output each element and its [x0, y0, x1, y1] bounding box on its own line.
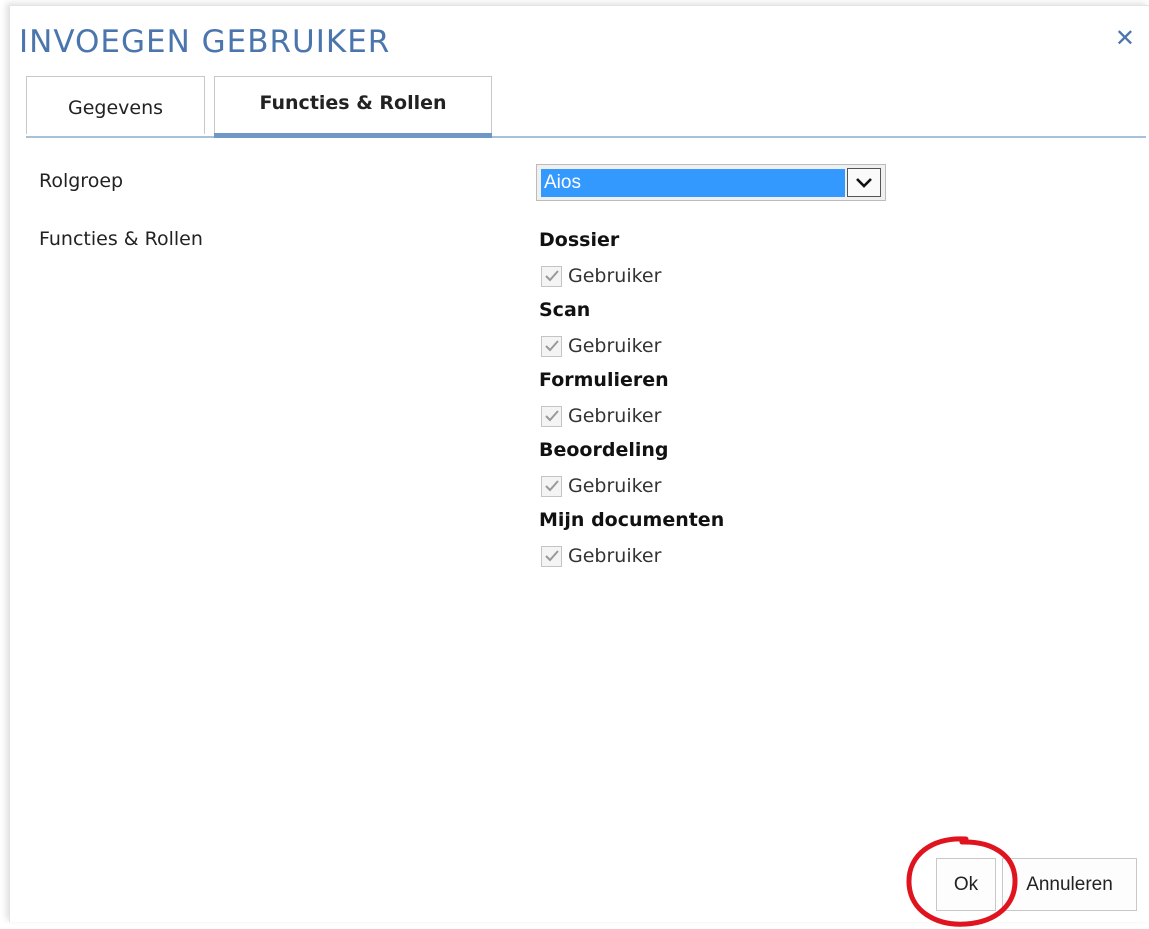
- role-checkbox[interactable]: [541, 475, 562, 497]
- checkmark-icon: [545, 339, 559, 351]
- role-group-formulieren: Formulieren Gebruiker: [539, 366, 724, 436]
- role-label: Gebruiker: [568, 475, 662, 497]
- tab-functies-rollen-label: Functies & Rollen: [259, 91, 447, 114]
- role-row: Gebruiker: [539, 536, 724, 576]
- role-group-beoordeling: Beoordeling Gebruiker: [539, 436, 724, 506]
- tab-gegevens-label: Gegevens: [67, 96, 164, 119]
- role-group-scan: Scan Gebruiker: [539, 296, 724, 366]
- chevron-down-icon[interactable]: [847, 168, 881, 197]
- role-checkbox[interactable]: [541, 405, 562, 427]
- tab-functies-rollen[interactable]: Functies & Rollen: [214, 76, 492, 138]
- role-checkbox[interactable]: [541, 545, 562, 567]
- role-row: Gebruiker: [539, 396, 724, 436]
- group-title: Formulieren: [539, 369, 669, 391]
- group-title: Mijn documenten: [539, 509, 725, 531]
- role-group-dossier: Dossier Gebruiker: [539, 226, 724, 296]
- roles-list: Dossier Gebruiker Scan Gebruiker Formuli…: [539, 226, 724, 576]
- rolgroep-selected-value: Aios: [541, 169, 845, 197]
- tab-gegevens[interactable]: Gegevens: [26, 76, 205, 134]
- checkmark-icon: [545, 479, 559, 491]
- role-row: Gebruiker: [539, 256, 724, 296]
- checkmark-icon: [545, 409, 559, 421]
- role-label: Gebruiker: [568, 545, 662, 567]
- checkmark-icon: [545, 269, 559, 281]
- role-label: Gebruiker: [568, 405, 662, 427]
- group-title: Beoordeling: [539, 439, 669, 461]
- role-row: Gebruiker: [539, 326, 724, 366]
- rolgroep-label: Rolgroep: [39, 170, 124, 192]
- role-row: Gebruiker: [539, 466, 724, 506]
- role-label: Gebruiker: [568, 335, 662, 357]
- rolgroep-select[interactable]: Aios: [536, 164, 886, 201]
- role-label: Gebruiker: [568, 265, 662, 287]
- group-title: Dossier: [539, 229, 620, 251]
- role-group-mijn-documenten: Mijn documenten Gebruiker: [539, 506, 724, 576]
- cancel-button[interactable]: Annuleren: [1002, 858, 1137, 911]
- role-checkbox[interactable]: [541, 265, 562, 287]
- group-title: Scan: [539, 299, 591, 321]
- role-checkbox[interactable]: [541, 335, 562, 357]
- checkmark-icon: [545, 549, 559, 561]
- functies-rollen-label: Functies & Rollen: [39, 228, 203, 250]
- close-icon[interactable]: ✕: [1115, 26, 1135, 50]
- dialog-title: INVOEGEN GEBRUIKER: [19, 24, 391, 60]
- ok-button[interactable]: Ok: [936, 858, 996, 911]
- tab-bar: Gegevens Functies & Rollen: [26, 76, 1146, 138]
